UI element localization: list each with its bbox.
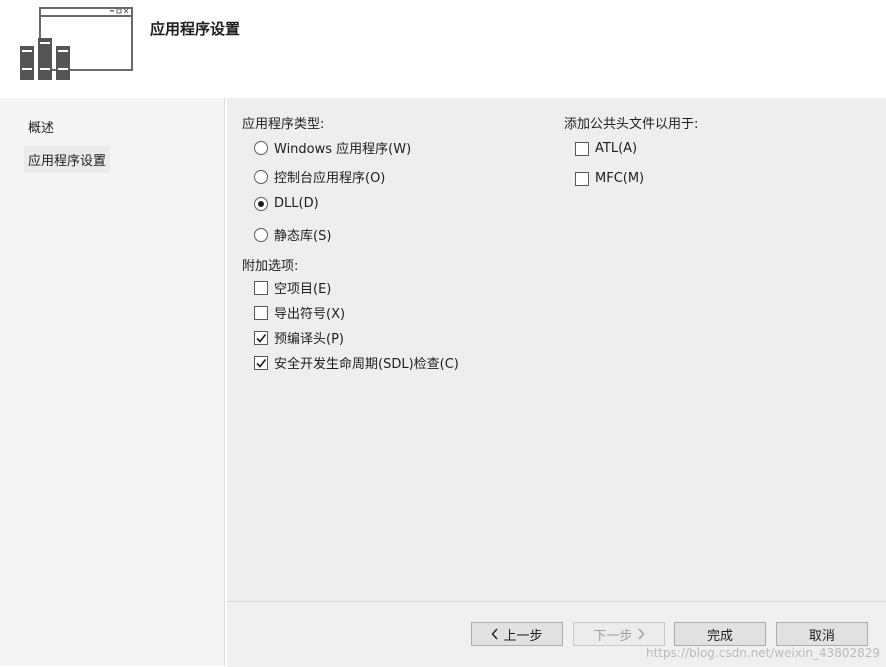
checkbox-export-symbols[interactable]: 导出符号(X) <box>254 303 345 322</box>
watermark-text: https://blog.csdn.net/weixin_43802829 <box>645 646 880 660</box>
cancel-button-label: 取消 <box>808 628 835 644</box>
sidebar-item-label: 应用程序设置 <box>28 154 107 169</box>
checkbox-label: MFC(M) <box>595 171 645 186</box>
chevron-left-icon <box>492 628 499 640</box>
common-headers-label: 添加公共头文件以用于: <box>564 117 699 132</box>
radio-dll[interactable]: DLL(D) <box>254 196 319 211</box>
radio-windows-app[interactable]: Windows 应用程序(W) <box>254 138 411 157</box>
checkbox-mfc[interactable]: MFC(M) <box>575 171 644 186</box>
checkbox-sdl-checks[interactable]: 安全开发生命周期(SDL)检查(C) <box>254 353 459 372</box>
radio-label: DLL(D) <box>274 196 319 211</box>
radio-circle-selected[interactable] <box>254 196 268 211</box>
next-button[interactable]: 下一步 <box>573 622 665 646</box>
radio-label: 静态库(S) <box>274 229 332 244</box>
finish-button[interactable]: 完成 <box>674 622 766 646</box>
app-type-label: 应用程序类型: <box>242 117 325 132</box>
app-settings-window-icon <box>18 6 136 82</box>
checkbox-box[interactable] <box>575 171 589 186</box>
sidebar-item-label: 概述 <box>28 121 55 136</box>
checkbox-label: 导出符号(X) <box>274 307 346 322</box>
checkbox-label: ATL(A) <box>595 141 638 156</box>
radio-circle[interactable] <box>254 227 268 242</box>
next-button-label: 下一步 <box>593 628 633 644</box>
checkmark-icon <box>256 333 267 343</box>
prev-button-label: 上一步 <box>503 628 543 644</box>
checkbox-label: 预编译头(P) <box>274 332 344 347</box>
radio-static-lib[interactable]: 静态库(S) <box>254 225 331 244</box>
checkbox-empty-project[interactable]: 空项目(E) <box>254 278 331 297</box>
additional-options-label: 附加选项: <box>242 259 299 274</box>
checkbox-label: 空项目(E) <box>274 282 332 297</box>
checkbox-box[interactable] <box>254 305 268 320</box>
finish-button-label: 完成 <box>706 628 733 644</box>
radio-circle[interactable] <box>254 169 268 184</box>
radio-label: Windows 应用程序(W) <box>274 142 412 157</box>
wizard-sidebar: 概述 应用程序设置 <box>0 98 225 666</box>
checkbox-box[interactable] <box>575 141 589 156</box>
checkbox-atl[interactable]: ATL(A) <box>575 141 637 156</box>
settings-panel: 应用程序类型: Windows 应用程序(W) 控制台应用程序(O) DLL(D… <box>227 98 886 601</box>
checkbox-precompiled-header[interactable]: 预编译头(P) <box>254 328 344 347</box>
checkbox-box[interactable] <box>254 330 268 345</box>
sidebar-item-overview[interactable]: 概述 <box>24 113 58 140</box>
sidebar-item-app-settings[interactable]: 应用程序设置 <box>24 146 111 173</box>
checkbox-label: 安全开发生命周期(SDL)检查(C) <box>274 357 459 372</box>
wizard-header: 应用程序设置 <box>0 0 886 98</box>
radio-label: 控制台应用程序(O) <box>274 171 386 186</box>
checkbox-box[interactable] <box>254 355 268 370</box>
radio-console-app[interactable]: 控制台应用程序(O) <box>254 167 385 186</box>
checkmark-icon <box>256 358 267 368</box>
radio-circle[interactable] <box>254 140 268 155</box>
page-title: 应用程序设置 <box>150 20 241 38</box>
prev-button[interactable]: 上一步 <box>471 622 563 646</box>
cancel-button[interactable]: 取消 <box>776 622 868 646</box>
chevron-right-icon <box>637 628 644 640</box>
checkbox-box[interactable] <box>254 280 268 295</box>
